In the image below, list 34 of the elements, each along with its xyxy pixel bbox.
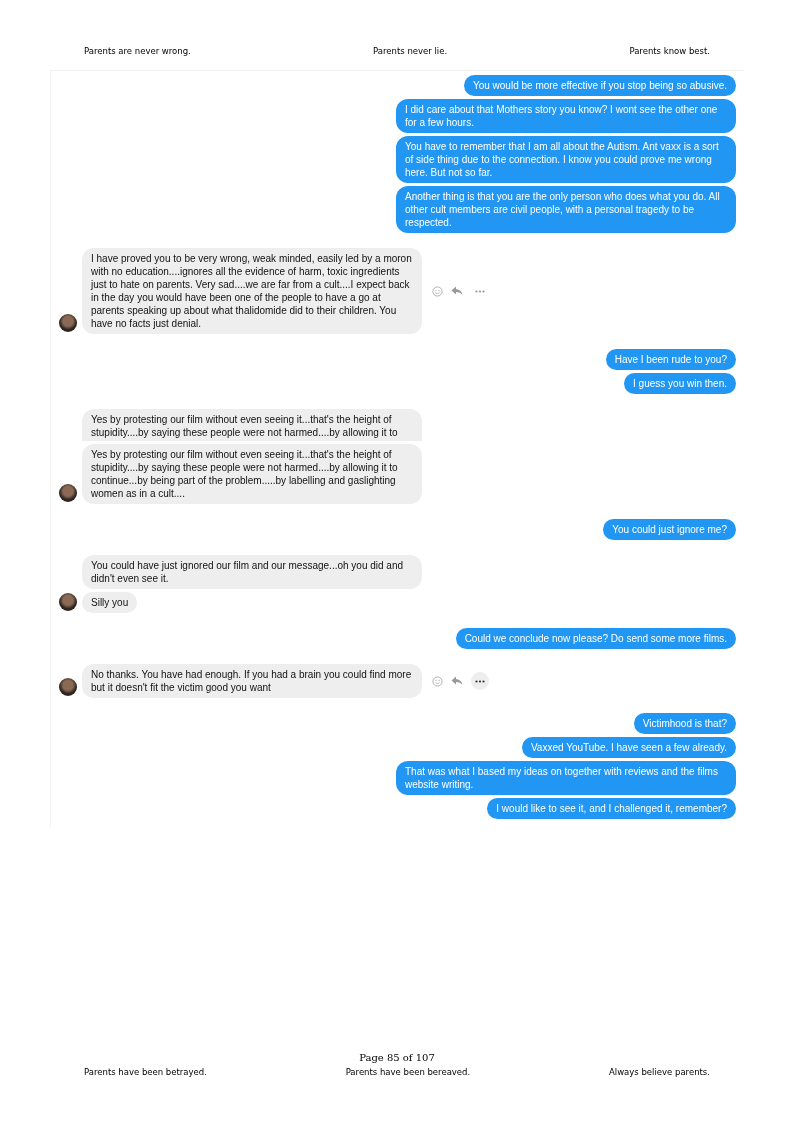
message-bubble: You could just ignore me? <box>603 519 736 540</box>
more-icon[interactable] <box>471 672 489 690</box>
avatar-icon <box>59 484 77 502</box>
message-bubble: Vaxxed YouTube. I have seen a few already. <box>521 737 736 758</box>
reply-icon[interactable] <box>451 286 463 296</box>
avatar-icon <box>59 678 77 696</box>
message-bubble: Have I been rude to you? <box>605 349 736 370</box>
reply-icon[interactable] <box>451 676 463 686</box>
message-bubble: Another thing is that you are the only person who does what you do. All other cult members are civil people, with a personal tragedy to be respected. <box>396 186 736 233</box>
avatar-icon <box>59 314 77 332</box>
avatar-icon <box>59 593 77 611</box>
message-bubble: I have proved you to be very wrong, weak minded, easily led by a moron with no education....ignores all the evidence of harm, toxic ingredients just to hate on parents. Very sad....we are far from a cult....I expect back in the day you would have been one of the people to have a go at parents speaking up about what thalidomide did to their children. You have no facts just denial. <box>82 248 422 334</box>
message-bubble: You could have just ignored our film and our message...oh you did and didn't even see it. <box>82 555 422 589</box>
header-note: Parents know best. <box>629 46 710 56</box>
header-note: Parents are never wrong. <box>84 46 191 56</box>
message-bubble: You would be more effective if you stop being so abusive. <box>463 75 736 96</box>
message-bubble: You have to remember that I am all about the Autism. Ant vaxx is a sort of side thing due to the connection. I know you could prove me wrong here. But not so far. <box>396 136 736 183</box>
message-bubble: I guess you win then. <box>624 373 736 394</box>
message-bubble: Yes by protesting our film without even seeing it...that's the height of stupidity....by saying these people were not harmed....by allowing it to <box>82 409 422 441</box>
message-bubble: Yes by protesting our film without even seeing it...that's the height of stupidity....by saying these people were not harmed....by allowing it to continue...by being part of the problem.....by labelling and gaslighting women as in a cult.... <box>82 444 422 504</box>
header-note: Parents never lie. <box>373 46 448 56</box>
message-bubble: I would like to see it, and I challenged it, remember? <box>487 798 736 819</box>
smiley-icon[interactable] <box>432 675 443 687</box>
footer-note: Parents have been betrayed. <box>84 1067 207 1077</box>
footer-note: Parents have been bereaved. <box>345 1067 471 1077</box>
message-bubble: Victimhood is that? <box>633 713 736 734</box>
page-number: Page 85 of 107 <box>358 1052 436 1063</box>
message-bubble: That was what I based my ideas on together with reviews and the films website writing. <box>396 761 736 795</box>
smiley-icon[interactable] <box>432 285 443 297</box>
message-bubble: Silly you <box>82 592 138 613</box>
footer-note: Always believe parents. <box>608 1067 710 1077</box>
message-bubble: Could we conclude now please? Do send some more films. <box>455 628 736 649</box>
message-bubble: No thanks. You have had enough. If you had a brain you could find more but it doesn't fit the victim good you want <box>82 664 422 698</box>
message-bubble: I did care about that Mothers story you know? I wont see the other one for a few hours. <box>396 99 736 133</box>
